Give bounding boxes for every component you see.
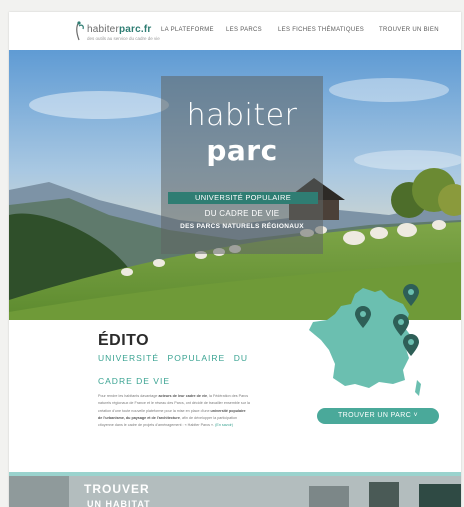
logo-light: habiter	[87, 24, 119, 35]
france-shape	[309, 288, 411, 388]
find-habitat-subtitle: UN HABITAT	[87, 499, 151, 507]
hero-title-bold: parc	[206, 134, 278, 167]
edito-body-text: Pour rendre les habitants davantage acte…	[98, 393, 250, 429]
site-header: habiterparc.fr des outils au service du …	[9, 12, 461, 51]
hero-title-box: habiter parc UNIVERSITÉ POPULAIRE DU CAD…	[161, 76, 323, 254]
logo-text: habiterparc.fr	[87, 24, 152, 35]
edito-body-part: Pour rendre les habitants davantage	[98, 394, 159, 398]
hero-tagline: DES PARCS NATURELS RÉGIONAUX	[180, 223, 304, 230]
edito-subtitle: UNIVERSITÉ POPULAIRE DU	[98, 353, 248, 363]
nav-trouver-un-bien[interactable]: TROUVER UN BIEN	[379, 27, 439, 33]
logo-bold: parc.fr	[118, 24, 152, 35]
logo-mark-icon	[76, 21, 84, 41]
edito-read-more-link[interactable]: (En savoir)	[215, 423, 233, 427]
france-map[interactable]	[305, 284, 425, 399]
edito-title: ÉDITO	[98, 332, 150, 349]
find-habitat-section: TROUVER UN HABITAT	[9, 472, 461, 507]
nav-la-plateforme[interactable]: LA PLATEFORME	[161, 27, 214, 33]
logo-tagline: des outils au service du cadre de vie	[87, 36, 160, 41]
hero-title-light: habiter	[186, 98, 298, 133]
logo[interactable]: habiterparc.fr des outils au service du …	[71, 20, 160, 46]
nav-les-fiches-thematiques[interactable]: LES FICHES THÉMATIQUES	[278, 27, 364, 33]
nav-les-parcs[interactable]: LES PARCS	[226, 27, 262, 33]
map-pin-icon[interactable]	[403, 284, 419, 306]
edito-body-bold: acteurs de leur cadre de vie	[158, 394, 208, 398]
edito-subtitle-2: CADRE DE VIE	[98, 376, 170, 386]
hero-band-label: UNIVERSITÉ POPULAIRE	[168, 192, 318, 204]
hero-subtitle: DU CADRE DE VIE	[204, 209, 280, 218]
find-parc-button[interactable]: TROUVER UN PARC ˅	[317, 408, 439, 424]
corsica-shape	[415, 380, 421, 396]
habitat-banner-image	[9, 476, 461, 507]
find-habitat-title: TROUVER	[84, 482, 150, 496]
page: habiterparc.fr des outils au service du …	[9, 12, 461, 507]
hero-banner: habiter parc UNIVERSITÉ POPULAIRE DU CAD…	[9, 50, 461, 320]
